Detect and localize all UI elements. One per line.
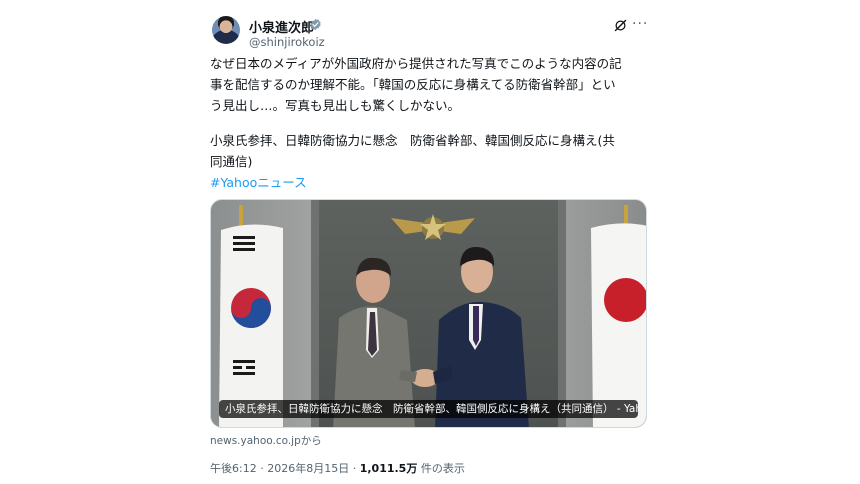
- card-caption[interactable]: 小泉氏参拝、日韓防衛協力に懸念 防衛省幹部、韓国側反応に身構え（共同通信） - …: [219, 400, 638, 418]
- view-label: 件の表示: [420, 462, 465, 475]
- text-line: なぜ日本のメディアが外国政府から提供された写真でこのような内容の記: [210, 56, 622, 71]
- quote-line: 小泉氏参拝、日韓防衛協力に懸念 防衛省幹部、韓国側反応に身構え(共: [210, 133, 615, 148]
- hashtag-link[interactable]: #Yahooニュース: [210, 172, 646, 193]
- text-line: 事を配信するのか理解不能。「韓国の反応に身構えてる防衛省幹部」とい: [210, 77, 616, 92]
- view-count: 1,011.5万: [359, 462, 418, 475]
- verified-badge-icon: [310, 18, 321, 31]
- avatar[interactable]: [212, 16, 240, 44]
- separator: ·: [352, 462, 360, 475]
- link-card-image[interactable]: 小泉氏参拝、日韓防衛協力に懸念 防衛省幹部、韓国側反応に身構え（共同通信） - …: [210, 199, 647, 428]
- card-source[interactable]: news.yahoo.co.jpから: [210, 433, 322, 448]
- tweet-text: なぜ日本のメディアが外国政府から提供された写真でこのような内容の記 事を配信する…: [210, 53, 646, 193]
- news-photo: [211, 200, 646, 427]
- author-handle[interactable]: @shinjirokoiz: [249, 35, 325, 49]
- tweet-header: 小泉進次郎 @shinjirokoiz ···: [209, 12, 649, 52]
- tweet-meta: 午後6:12 · 2026年8月15日 · 1,011.5万 件の表示: [210, 460, 465, 476]
- more-options-icon[interactable]: ···: [632, 16, 648, 32]
- quote-line: 同通信): [210, 154, 253, 169]
- post-time[interactable]: 午後6:12: [210, 462, 257, 475]
- author-name[interactable]: 小泉進次郎: [249, 17, 314, 36]
- text-line: う見出し…。写真も見出しも驚くしかない。: [210, 98, 461, 113]
- post-date[interactable]: 2026年8月15日: [267, 462, 349, 475]
- grok-icon[interactable]: [613, 18, 628, 33]
